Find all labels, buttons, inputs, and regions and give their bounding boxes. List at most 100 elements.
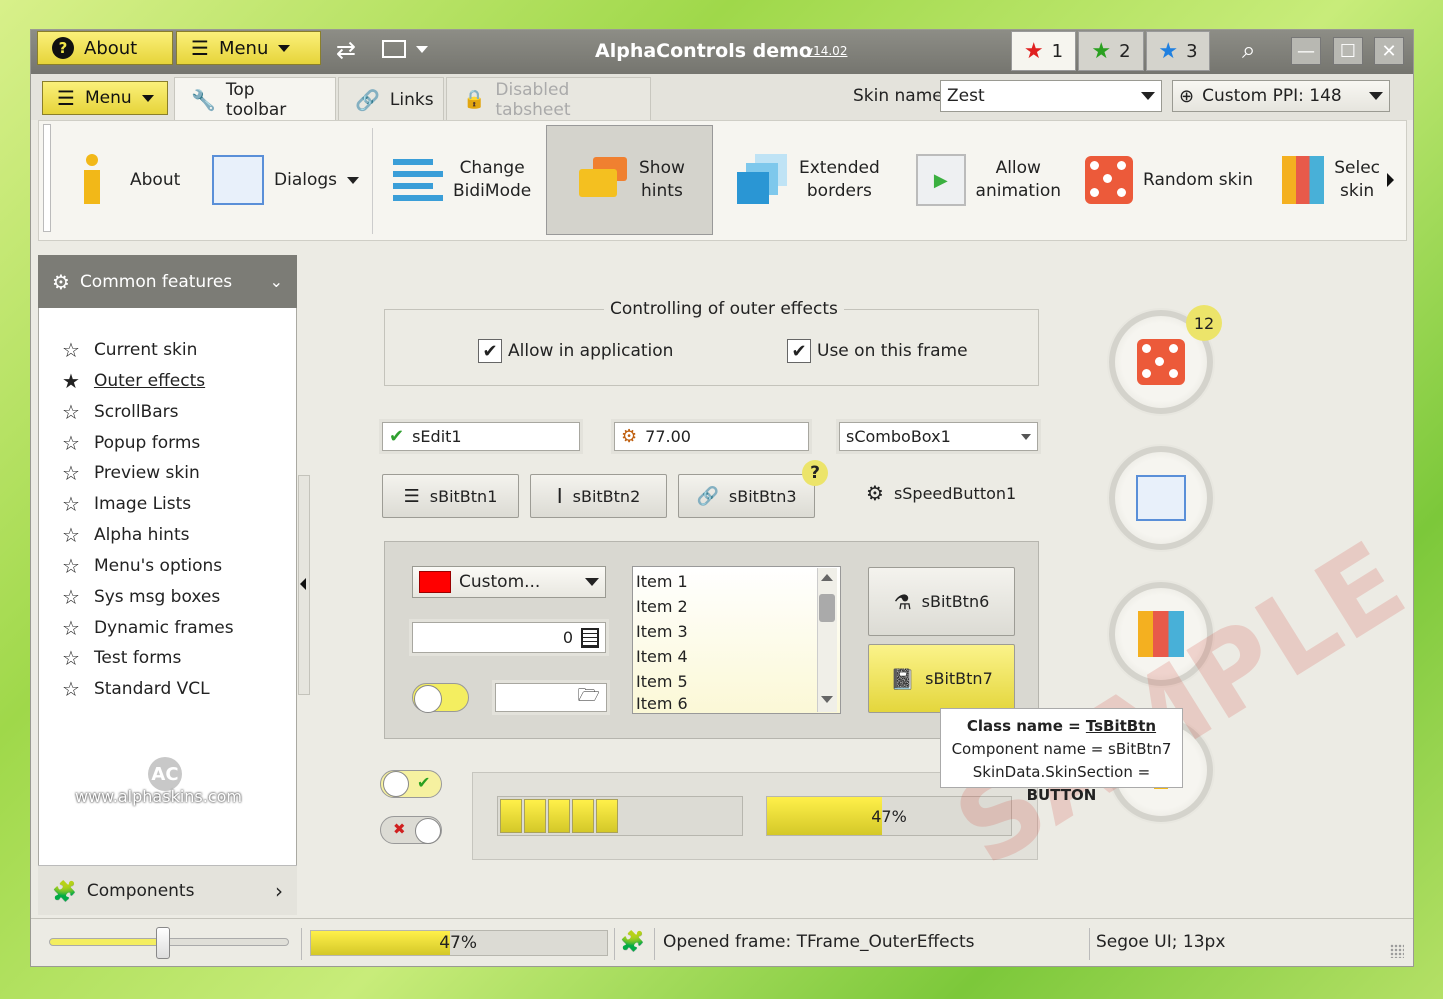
- chevron-right-icon: ›: [275, 878, 283, 903]
- tooltip-class-value: TsBitBtn: [1085, 717, 1157, 735]
- sliders-icon: ☰: [403, 485, 420, 507]
- sidebar-item-label: Preview skin: [93, 463, 200, 483]
- maximize-button[interactable]: ☐: [1333, 37, 1363, 65]
- sidebar-header-label: Common features: [79, 271, 233, 292]
- sidebar-item-sys-msg-boxes[interactable]: ☆ Sys msg boxes: [62, 582, 220, 612]
- speech-bubbles-icon: [579, 157, 629, 203]
- toggle-switch-yellow[interactable]: [412, 683, 469, 713]
- swap-icon[interactable]: ⇄: [336, 36, 356, 64]
- toolbar-show-hints[interactable]: Show hints: [546, 125, 713, 235]
- hamburger-icon: ☰: [57, 86, 75, 110]
- close-button[interactable]: ✕: [1374, 37, 1404, 65]
- toolbar-allow-animation[interactable]: ▶ Allow animation: [916, 125, 1061, 235]
- ppi-combo[interactable]: ⊕ Custom PPI: 148: [1172, 80, 1390, 112]
- round-dialogs-button[interactable]: [1109, 446, 1213, 550]
- resize-grip[interactable]: [1390, 944, 1404, 958]
- caret-down-icon: [1021, 433, 1031, 440]
- sidebar-item-menus-options[interactable]: ☆ Menu's options: [62, 551, 222, 581]
- sidebar-item-image-lists[interactable]: ☆ Image Lists: [62, 489, 191, 519]
- sidebar-item-preview-skin[interactable]: ☆ Preview skin: [62, 458, 200, 488]
- star-outline-icon: ☆: [62, 431, 80, 455]
- about-button[interactable]: ? About: [37, 31, 173, 65]
- sidebar-item-scrollbars[interactable]: ☆ ScrollBars: [62, 397, 178, 427]
- folder-open-icon[interactable]: 🗁: [578, 683, 600, 713]
- sidebar-item-test-forms[interactable]: ☆ Test forms: [62, 643, 181, 673]
- search-icon[interactable]: ⌕: [1242, 36, 1255, 64]
- sspeedbutton1[interactable]: ⚙ sSpeedButton1: [866, 481, 1016, 505]
- sidebar-item-alpha-hints[interactable]: ☆ Alpha hints: [62, 520, 189, 550]
- caret-down-icon[interactable]: [416, 46, 428, 53]
- sidebar-item-label: ScrollBars: [93, 402, 179, 422]
- toggle-switch-on[interactable]: ✔: [380, 770, 442, 798]
- sidebar-item-dynamic-frames[interactable]: ☆ Dynamic frames: [62, 613, 234, 643]
- sbitbtn3[interactable]: 🔗 sBitBtn3: [678, 474, 815, 518]
- list-item[interactable]: Item 5: [636, 669, 688, 694]
- toolbar-select-label-2: skin: [1340, 181, 1375, 201]
- toolbar-dialogs[interactable]: Dialogs: [212, 125, 362, 235]
- sidebar-header[interactable]: ⚙ Common features ⌄: [38, 255, 297, 308]
- file-edit[interactable]: 🗁: [495, 683, 607, 712]
- toolbar-select-skin[interactable]: Selec skin: [1282, 125, 1380, 235]
- scroll-right-icon[interactable]: [1387, 173, 1394, 187]
- toggle-switch-off[interactable]: ✖: [380, 816, 442, 844]
- sidebar-item-label: Dynamic frames: [93, 618, 234, 638]
- list-scrollbar[interactable]: [817, 568, 837, 712]
- tab-3[interactable]: ★ 3: [1146, 31, 1210, 71]
- calc-edit[interactable]: 0: [412, 622, 606, 653]
- tabbar-menu-button[interactable]: ☰ Menu: [42, 81, 168, 115]
- tab-1[interactable]: ★ 1: [1011, 31, 1076, 71]
- toolbar-extended-borders[interactable]: Extended borders: [737, 125, 887, 235]
- sidebar-item-current-skin[interactable]: ☆ Current skin: [62, 335, 197, 365]
- sidebar-item-popup-forms[interactable]: ☆ Popup forms: [62, 428, 200, 458]
- toolbar-random-label: Random skin: [1143, 169, 1253, 190]
- tab-top-toolbar[interactable]: 🔧 Top toolbar: [174, 77, 336, 122]
- list-item[interactable]: Item 6: [636, 694, 688, 713]
- toolbar-grip[interactable]: [43, 124, 51, 232]
- status-progress-label: 47%: [439, 933, 477, 953]
- allow-app-checkbox[interactable]: ✔ Allow in application: [478, 339, 673, 363]
- list-item[interactable]: Item 2: [636, 594, 688, 619]
- about-label: About: [84, 37, 138, 59]
- alphaskins-logo: AC: [148, 757, 182, 791]
- minimize-button[interactable]: —: [1291, 37, 1321, 65]
- tab-links[interactable]: 🔗 Links: [338, 77, 444, 121]
- list-item[interactable]: Item 3: [636, 619, 688, 644]
- scombobox1[interactable]: sComboBox1: [839, 422, 1038, 451]
- toolbar-borders-label-2: borders: [806, 181, 872, 201]
- sbitbtn2[interactable]: IsBitBtn2: [530, 474, 667, 518]
- skin-combo[interactable]: Zest: [940, 80, 1162, 112]
- calculator-icon[interactable]: [581, 627, 599, 648]
- sidebar-footer-components[interactable]: 🧩 Components ›: [38, 865, 297, 915]
- list-item[interactable]: Item 1: [636, 569, 688, 594]
- checkmark-icon: ✔: [478, 339, 502, 363]
- toolbar-about-label: About: [130, 169, 181, 190]
- list-item[interactable]: Item 4: [636, 644, 688, 669]
- numeric-input[interactable]: ⚙ 77.00: [614, 422, 809, 451]
- toolbar-hints-label-1: Show: [639, 158, 685, 178]
- toolbar-about[interactable]: About: [80, 125, 190, 235]
- toolbar-random-skin[interactable]: Random skin: [1085, 125, 1260, 235]
- collapse-left-icon[interactable]: [300, 578, 306, 590]
- sidebar-item-standard-vcl[interactable]: ☆ Standard VCL: [62, 674, 210, 704]
- progress-segment: [596, 799, 618, 833]
- scroll-thumb[interactable]: [819, 594, 835, 622]
- lock-icon: 🔒: [463, 89, 486, 110]
- alphaskins-url: www.alphaskins.com: [75, 787, 243, 806]
- sbitbtn6[interactable]: ⚗ sBitBtn6: [868, 567, 1015, 636]
- tab-disabled-label: Disabled tabsheet: [495, 79, 571, 120]
- scroll-down-icon[interactable]: [821, 696, 833, 703]
- scroll-up-icon[interactable]: [821, 574, 833, 581]
- menu-button[interactable]: ☰ Menu: [176, 31, 321, 65]
- caret-down-icon: [585, 578, 599, 586]
- sbitbtn7[interactable]: 📓 sBitBtn7: [868, 644, 1015, 713]
- version-link[interactable]: v14.02: [806, 44, 847, 58]
- use-frame-checkbox[interactable]: ✔ Use on this frame: [787, 339, 968, 363]
- tab-2[interactable]: ★ 2: [1078, 31, 1144, 71]
- sbitbtn1[interactable]: ☰ sBitBtn1: [382, 474, 519, 518]
- zoom-slider-thumb[interactable]: [156, 927, 170, 959]
- color-combo[interactable]: Custom...: [412, 566, 606, 598]
- toolbar-bidimode[interactable]: Change BidiMode: [393, 125, 538, 235]
- sidebar-item-outer-effects[interactable]: ★ Outer effects: [62, 366, 205, 396]
- list-window-icon[interactable]: [382, 40, 406, 58]
- sedit1-input[interactable]: ✔ sEdit1: [382, 422, 580, 451]
